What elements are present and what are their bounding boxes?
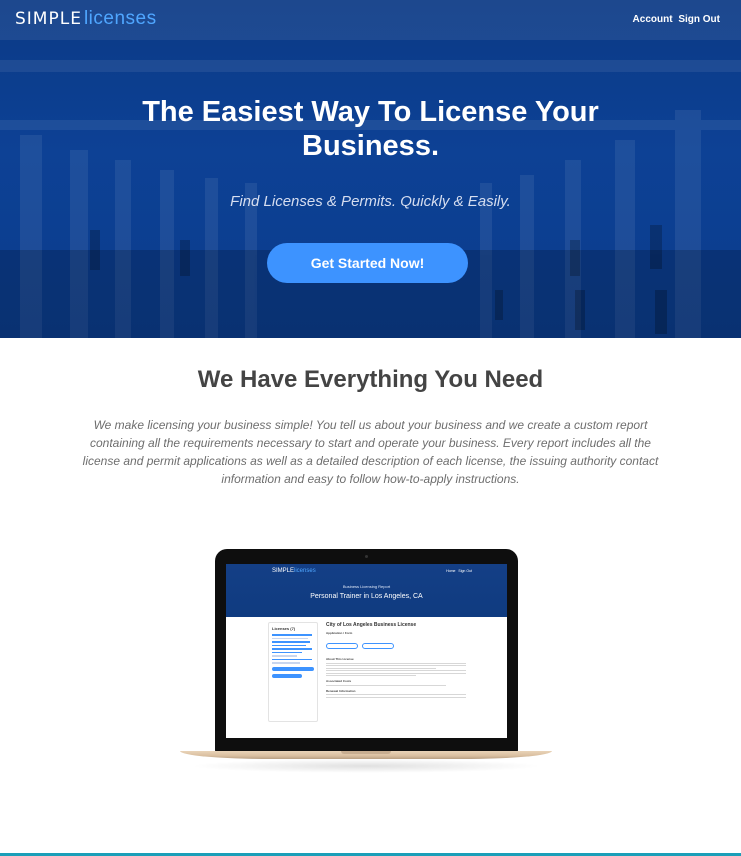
screen-main-title: City of Los Angeles Business License (326, 622, 417, 628)
screen-main-content: City of Los Angeles Business License App… (326, 622, 466, 699)
account-link[interactable]: Account (633, 14, 673, 25)
laptop-lid: SIMPLElicenses Home Sign Out Business Li… (215, 549, 518, 752)
screen-nav-home: Home (446, 569, 456, 573)
screen-caption: Business Licensing Report (342, 584, 391, 589)
laptop-camera (365, 555, 368, 558)
section-title: We Have Everything You Need (197, 366, 544, 393)
screen-brand: SIMPLElicenses (272, 568, 316, 574)
building-background-image (0, 0, 741, 338)
screen-sidebar: Licenses (7) (268, 622, 318, 722)
screen-section-renewal: Renewal Information (326, 688, 356, 693)
screen-sidebar-title: Licenses (7) (272, 626, 296, 631)
brand-logo-part2: licenses (83, 8, 157, 29)
screen-section-application: Application / Form (326, 631, 353, 635)
hero-banner: SIMPLE licenses Account Sign Out The Easi… (0, 0, 741, 338)
screen-nav-signout: Sign Out (458, 569, 472, 573)
brand-logo-part1: SIMPLE (15, 9, 82, 29)
screen-section-costs: Associated Costs (326, 679, 352, 683)
screen-report-header: SIMPLElicenses Home Sign Out Business Li… (226, 564, 507, 617)
screen-brand-part2: licenses (294, 568, 316, 574)
laptop-mockup-image: SIMPLElicenses Home Sign Out Business Li… (180, 549, 552, 774)
screen-section-about: About This License (326, 657, 354, 661)
laptop-screen: SIMPLElicenses Home Sign Out Business Li… (226, 564, 507, 738)
screen-nav: Home Sign Out (446, 569, 472, 573)
top-nav: Account Sign Out (630, 14, 720, 25)
section-description: We make licensing your business simple! … (82, 418, 659, 486)
sign-out-link[interactable]: Sign Out (678, 14, 720, 25)
laptop-shadow (190, 759, 542, 773)
laptop-notch (341, 751, 391, 754)
screen-title: Personal Trainer in Los Angeles, CA (310, 593, 423, 600)
hero-subtitle: Find Licenses & Permits. Quickly & Easil… (230, 193, 511, 210)
screen-brand-part1: SIMPLE (272, 568, 295, 574)
get-started-button[interactable]: Get Started Now! (267, 243, 468, 283)
hero-title: The Easiest Way To License Your Business… (142, 96, 599, 162)
brand-logo[interactable]: SIMPLE licenses (15, 8, 157, 30)
